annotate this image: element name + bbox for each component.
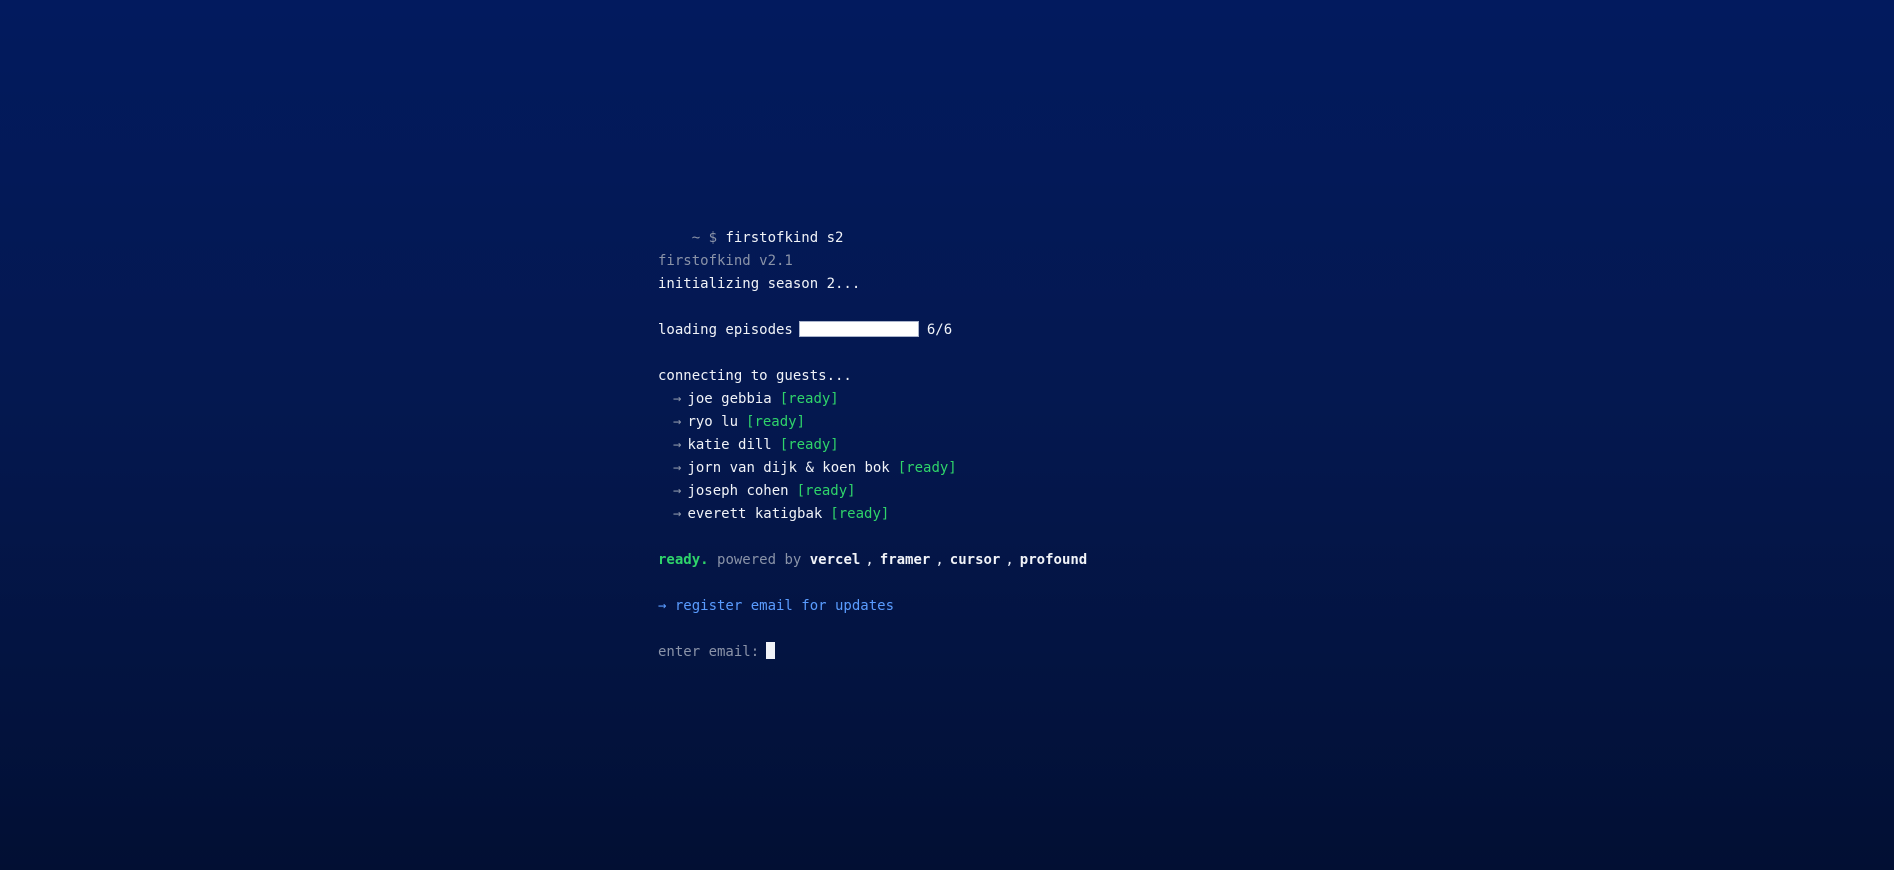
version-text: firstofkind v2.1 <box>658 253 793 269</box>
guest-name: joe gebbia <box>687 391 772 407</box>
register-line: → register email for updates <box>658 595 1358 618</box>
guest-row: → ryo lu [ready] <box>658 411 1358 434</box>
init-message: initializing season 2... <box>658 276 861 292</box>
terminal-output: ~ $ firstofkind s2 firstofkind v2.1 init… <box>658 204 1358 664</box>
loading-label: loading episodes <box>658 322 793 338</box>
guest-name: joseph cohen <box>687 483 789 499</box>
powered-by-label: powered by <box>717 552 802 568</box>
arrow-right-icon: → <box>673 414 682 430</box>
loading-progress-bar <box>798 320 919 337</box>
sponsor-separator: , <box>935 552 944 568</box>
guest-name: everett katigbak <box>687 506 823 522</box>
guest-status: [ready] <box>897 460 957 476</box>
connecting-message: connecting to guests... <box>658 368 852 384</box>
arrow-right-icon: → <box>673 460 682 476</box>
sponsor-profound: profound <box>1019 552 1088 568</box>
register-email-link[interactable]: → register email for updates <box>658 598 894 614</box>
guest-status: [ready] <box>779 437 839 453</box>
guest-status: [ready] <box>779 391 839 407</box>
sponsor-vercel: vercel <box>809 552 861 568</box>
guest-status: [ready] <box>796 483 856 499</box>
email-prompt-line: enter email: <box>658 641 1358 664</box>
arrow-right-icon: → <box>673 437 682 453</box>
command-line: ~ $ firstofkind s2 <box>658 204 1358 246</box>
guest-row: → joe gebbia [ready] <box>658 388 1358 411</box>
guest-status: [ready] <box>830 506 890 522</box>
sponsor-separator: , <box>865 552 874 568</box>
sponsor-cursor: cursor <box>949 552 1001 568</box>
powered-by-line: ready. powered by vercel, framer, cursor, p… <box>658 549 1358 572</box>
command-text: firstofkind s2 <box>725 230 844 246</box>
guest-row: → joseph cohen [ready] <box>658 480 1358 503</box>
ready-label: ready. <box>658 552 709 568</box>
arrow-right-icon: → <box>673 391 682 407</box>
guest-row: → jorn van dijk & koen bok [ready] <box>658 457 1358 480</box>
loading-line: loading episodes 6/6 <box>658 319 1358 342</box>
loading-count: 6/6 <box>926 322 953 338</box>
prompt-symbol: ~ $ <box>691 230 718 246</box>
guest-list: → joe gebbia [ready] → ryo lu [ready] → katie… <box>658 388 1358 526</box>
guest-name: katie dill <box>687 437 772 453</box>
arrow-right-icon: → <box>673 483 682 499</box>
guest-status: [ready] <box>746 414 806 430</box>
sponsor-separator: , <box>1005 552 1014 568</box>
guest-row: → everett katigbak [ready] <box>658 503 1358 526</box>
guest-row: → katie dill [ready] <box>658 434 1358 457</box>
arrow-right-icon: → <box>673 506 682 522</box>
guest-name: ryo lu <box>687 414 739 430</box>
guest-name: jorn van dijk & koen bok <box>687 460 890 476</box>
email-label: enter email: <box>658 644 760 660</box>
loading-progress-fill <box>799 321 918 336</box>
sponsor-framer: framer <box>879 552 931 568</box>
email-input-wrap[interactable] <box>759 641 776 664</box>
